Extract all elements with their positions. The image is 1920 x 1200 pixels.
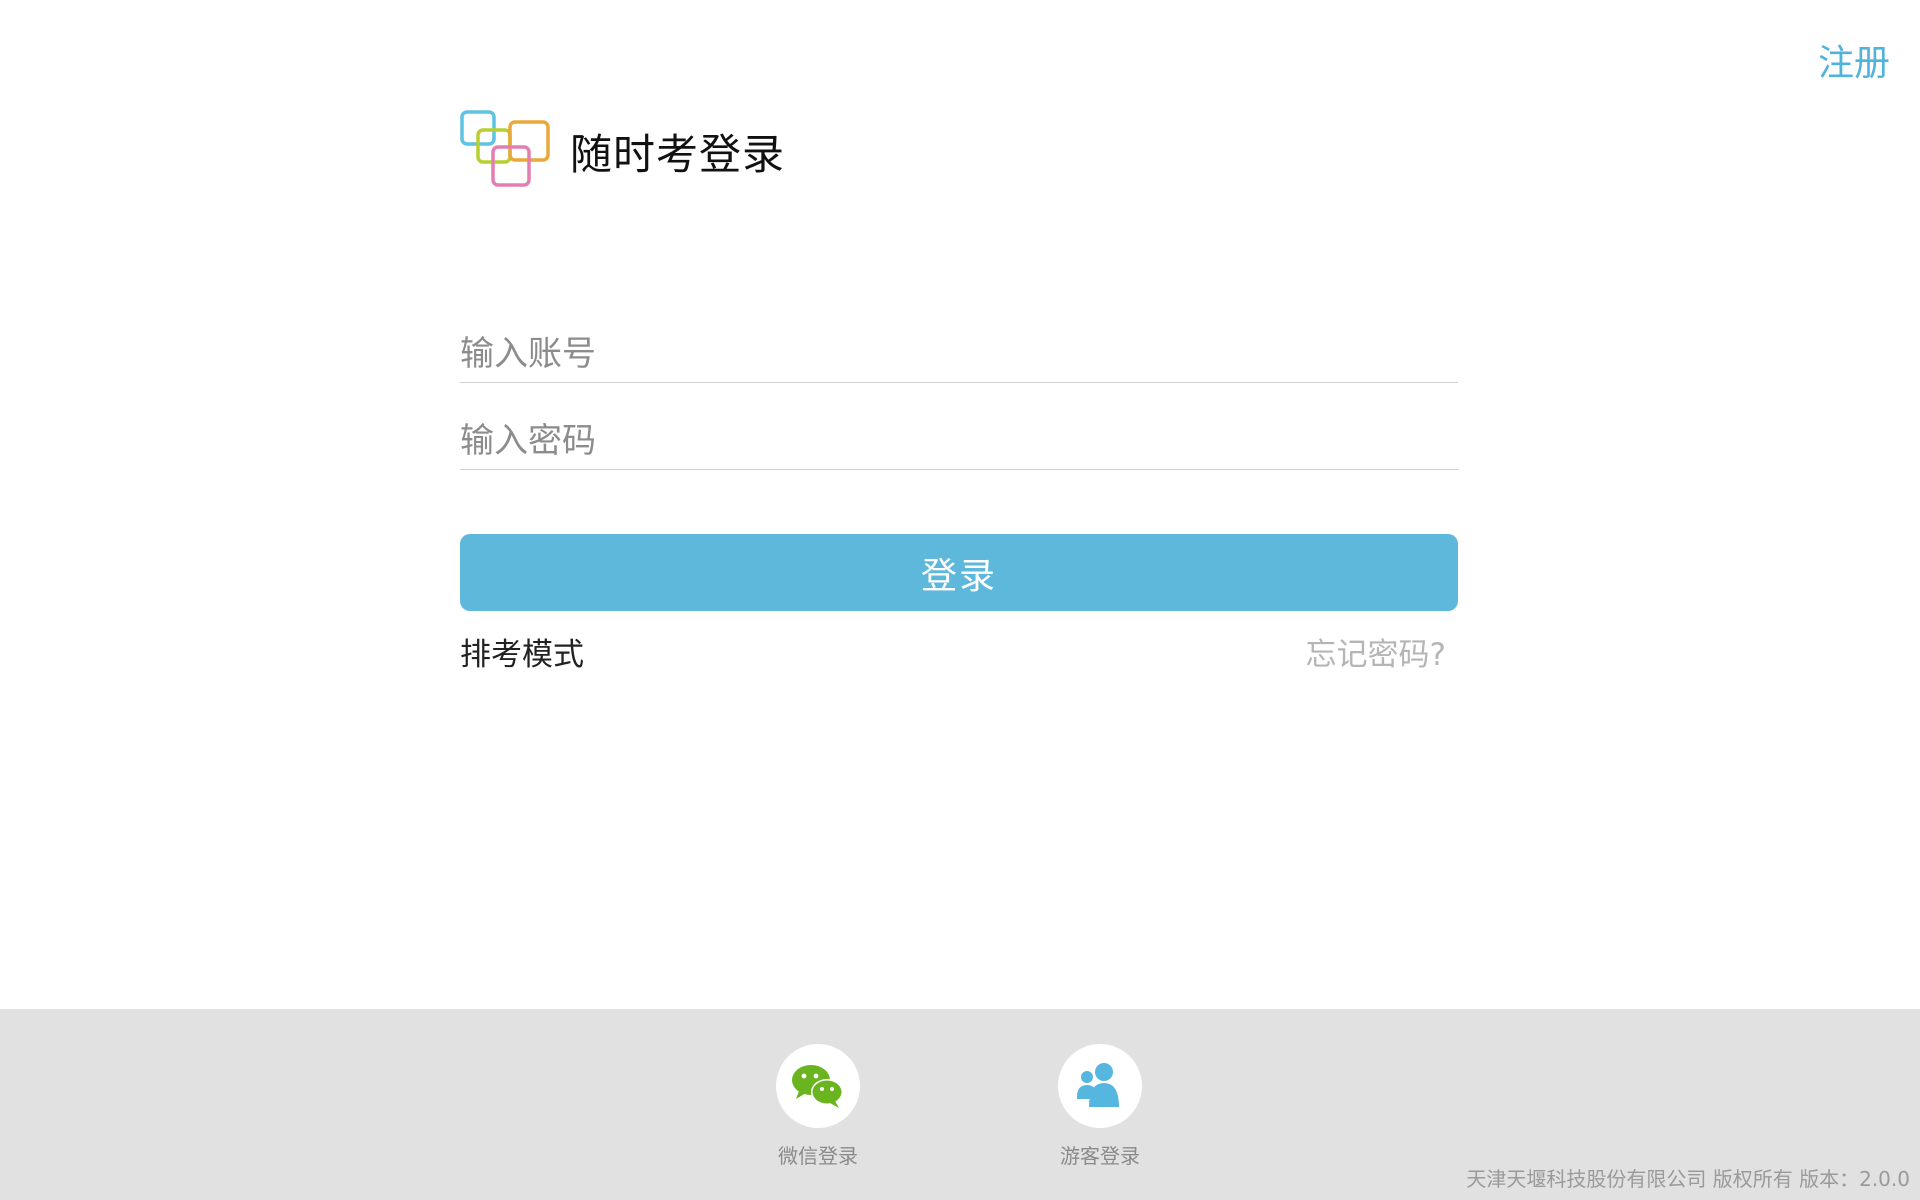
wechat-icon-circle: [776, 1044, 860, 1128]
guest-login-label: 游客登录: [1060, 1144, 1140, 1168]
form-links: 排考模式 忘记密码?: [460, 629, 1458, 673]
exam-mode-link[interactable]: 排考模式: [460, 629, 584, 674]
guest-login-button[interactable]: 游客登录: [1040, 1044, 1160, 1169]
password-field-row: [460, 407, 1458, 470]
login-button[interactable]: 登录: [460, 534, 1458, 611]
wechat-login-label: 微信登录: [778, 1144, 858, 1168]
login-form: 登录 排考模式 忘记密码?: [460, 320, 1458, 673]
guest-users-icon: [1077, 1063, 1119, 1107]
brand: 随时考登录: [460, 110, 785, 192]
guest-icon-circle: [1058, 1044, 1142, 1128]
forgot-password-link[interactable]: 忘记密码?: [1306, 629, 1446, 674]
app-title: 随时考登录: [570, 129, 786, 179]
wechat-icon: [792, 1065, 843, 1108]
footer-bar: 微信登录 游客登录 天津天堰科技股份有限公司 版权所有 版本：2.0.0: [0, 1009, 1920, 1200]
copyright-text: 天津天堰科技股份有限公司 版权所有 版本：2.0.0: [1466, 1167, 1910, 1191]
wechat-login-button[interactable]: 微信登录: [758, 1044, 878, 1169]
account-input[interactable]: [460, 334, 1458, 374]
register-link[interactable]: 注册: [1818, 34, 1890, 86]
password-input[interactable]: [460, 421, 1458, 461]
login-page: 注册 随时考登录 登录 排考模式 忘记密码?: [0, 0, 1920, 1200]
overlapping-squares-logo-icon: [460, 110, 550, 187]
account-field-row: [460, 320, 1458, 383]
